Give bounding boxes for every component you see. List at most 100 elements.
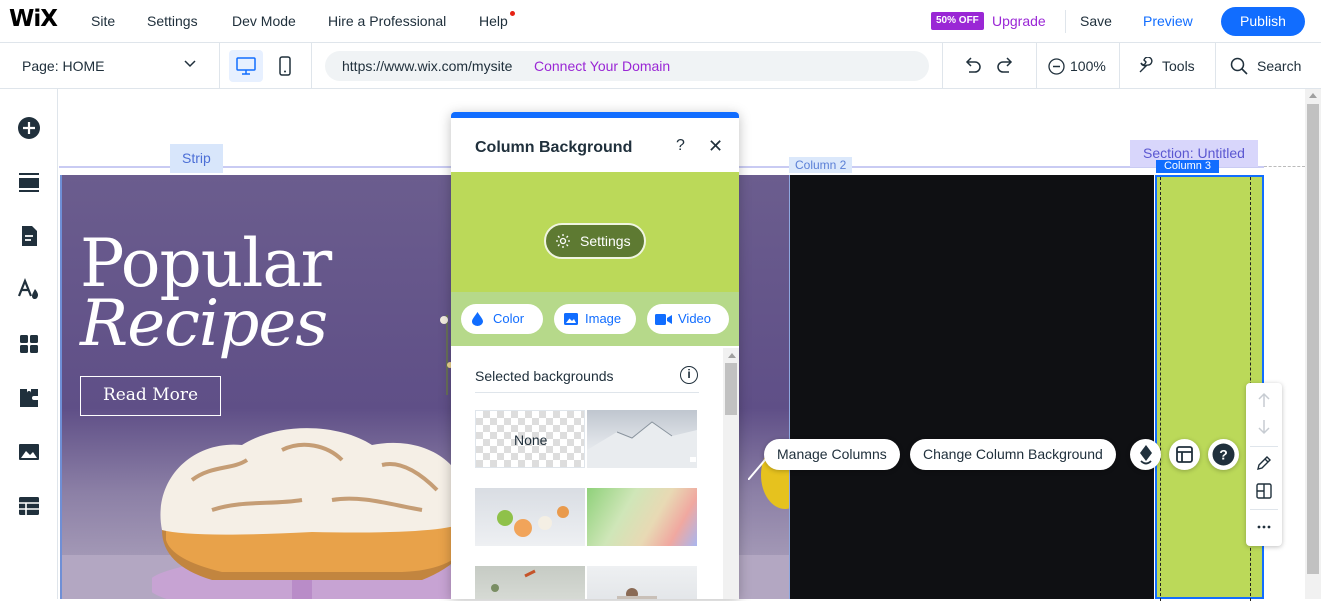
mobile-view-button[interactable] — [279, 56, 291, 76]
svg-text:?: ? — [1219, 447, 1228, 463]
desktop-icon — [236, 57, 256, 75]
divider — [1215, 43, 1216, 89]
undo-icon[interactable] — [962, 57, 982, 75]
divider — [1119, 43, 1120, 89]
edit-pencil-icon[interactable] — [1255, 454, 1273, 472]
side-tools-bar — [1246, 383, 1282, 546]
scroll-up-arrow-icon[interactable] — [1309, 92, 1317, 98]
publish-button[interactable]: Publish — [1221, 7, 1305, 36]
background-type-tabs: Color Image Video — [451, 292, 739, 346]
help-icon[interactable]: ? — [676, 137, 685, 155]
wix-logo[interactable]: WiX — [9, 6, 58, 32]
sections-icon[interactable] — [17, 170, 41, 194]
menu-dev-mode[interactable]: Dev Mode — [232, 13, 296, 29]
room-image-thumb[interactable] — [587, 566, 697, 599]
help-notification-dot — [510, 11, 515, 16]
preview-button[interactable]: Preview — [1143, 13, 1193, 29]
image-icon — [564, 313, 578, 325]
divider — [942, 43, 943, 89]
url-bar[interactable]: https://www.wix.com/mysite Connect Your … — [325, 51, 929, 81]
manage-columns-button[interactable]: Manage Columns — [764, 439, 900, 470]
column-3-label[interactable]: Column 3 — [1156, 160, 1219, 173]
mobile-icon — [279, 56, 291, 76]
video-tab-label: Video — [678, 311, 712, 326]
move-up-icon[interactable] — [1255, 391, 1273, 409]
more-options-icon[interactable] — [1255, 518, 1273, 536]
zoom-out-icon[interactable] — [1048, 58, 1065, 75]
menu-hire-professional[interactable]: Hire a Professional — [328, 13, 446, 29]
chevron-down-icon[interactable] — [184, 60, 196, 68]
tools-icon[interactable] — [1137, 57, 1155, 75]
menu-site[interactable]: Site — [91, 13, 115, 29]
close-icon[interactable]: ✕ — [708, 136, 723, 157]
image-tab[interactable]: Image — [554, 304, 636, 334]
canvas-scroll-thumb[interactable] — [1307, 104, 1319, 574]
divider — [1036, 43, 1037, 89]
editor-toolbar: Page: HOME https://www.wix.com/mysite Co… — [0, 43, 1321, 89]
gradient-image-thumb[interactable] — [587, 488, 697, 546]
save-button[interactable]: Save — [1080, 13, 1112, 29]
video-tab[interactable]: Video — [647, 304, 729, 334]
animation-icon — [1138, 445, 1154, 465]
left-toolbar — [0, 89, 58, 599]
page-selector[interactable]: Page: HOME — [22, 58, 104, 74]
offer-badge[interactable]: 50% OFF — [931, 12, 984, 30]
zoom-level[interactable]: 100% — [1070, 58, 1106, 74]
connect-domain-link[interactable]: Connect Your Domain — [534, 58, 670, 74]
tools-button[interactable]: Tools — [1162, 58, 1195, 74]
panel-title: Column Background — [475, 139, 633, 156]
add-icon[interactable] — [17, 116, 41, 140]
top-bar: WiX Site Settings Dev Mode Hire a Profes… — [0, 0, 1321, 43]
layout-icon — [1176, 446, 1193, 463]
divider — [1065, 10, 1066, 33]
design-icon[interactable] — [17, 278, 41, 302]
change-column-background-button[interactable]: Change Column Background — [910, 439, 1116, 470]
hero-title-line2[interactable]: Recipes — [80, 287, 328, 361]
media-icon[interactable] — [17, 440, 41, 464]
search-icon[interactable] — [1230, 57, 1248, 75]
animation-button[interactable] — [1130, 439, 1161, 470]
divider — [219, 43, 220, 89]
redo-icon[interactable] — [996, 57, 1016, 75]
video-icon — [655, 314, 672, 325]
settings-button[interactable]: Settings — [544, 223, 646, 259]
color-tab-label: Color — [493, 311, 525, 326]
column-background-panel: Column Background ? ✕ Settings Color Ima… — [451, 112, 739, 599]
meringue-pie-image — [152, 428, 482, 599]
search-button[interactable]: Search — [1257, 58, 1301, 74]
section-guide-line — [1264, 166, 1305, 167]
column-2-label[interactable]: Column 2 — [789, 157, 853, 173]
none-label: None — [514, 432, 548, 448]
desktop-view-button[interactable] — [229, 50, 263, 82]
pages-icon[interactable] — [17, 224, 41, 248]
gear-icon — [555, 233, 571, 249]
strip-label[interactable]: Strip — [170, 144, 223, 173]
info-icon[interactable]: i — [680, 366, 698, 384]
flatlay-image-thumb[interactable] — [475, 566, 585, 599]
column-guide — [1160, 177, 1161, 601]
columns-layout-icon[interactable] — [1255, 482, 1273, 500]
menu-help[interactable]: Help — [479, 13, 508, 29]
droplet-icon — [472, 312, 483, 326]
divider — [311, 43, 312, 89]
panel-scroll-up-icon[interactable] — [728, 352, 736, 358]
help-button[interactable]: ? — [1208, 439, 1239, 470]
apps-icon[interactable] — [17, 332, 41, 356]
divider — [1250, 446, 1278, 447]
business-icon[interactable] — [17, 386, 41, 410]
menu-settings[interactable]: Settings — [147, 13, 198, 29]
column-2[interactable] — [789, 175, 1154, 599]
divider — [1250, 509, 1278, 510]
cms-icon[interactable] — [17, 494, 41, 518]
panel-scroll-thumb[interactable] — [725, 363, 737, 415]
upgrade-link[interactable]: Upgrade — [992, 13, 1046, 29]
layout-button[interactable] — [1169, 439, 1200, 470]
color-tab[interactable]: Color — [461, 304, 543, 334]
background-none-thumb[interactable]: None — [475, 410, 585, 468]
read-more-button[interactable]: Read More — [80, 376, 221, 416]
citrus-image-thumb[interactable] — [475, 488, 585, 546]
background-preview: Settings — [451, 172, 739, 292]
move-down-icon[interactable] — [1255, 418, 1273, 436]
divider — [475, 392, 699, 393]
mountain-video-thumb[interactable] — [587, 410, 697, 468]
